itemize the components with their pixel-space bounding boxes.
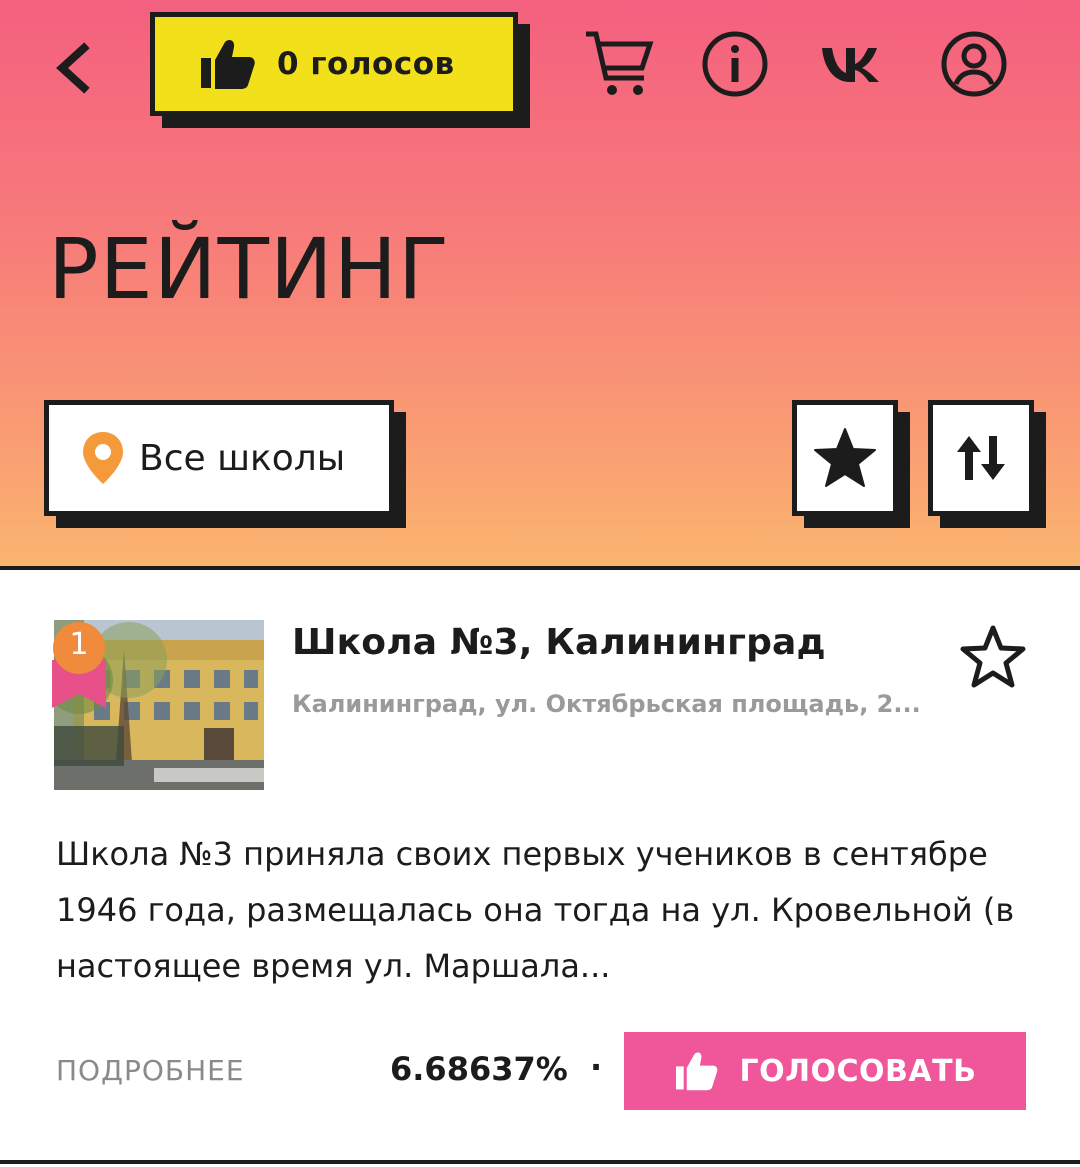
cart-icon — [586, 31, 654, 95]
chevron-left-icon — [56, 42, 90, 94]
thumbs-up-icon — [201, 39, 255, 89]
vote-percent: 6.68637% — [390, 1050, 568, 1088]
votes-counter-button[interactable]: 0 голосов — [150, 12, 518, 116]
sort-arrows-icon — [957, 436, 1005, 480]
separator-dot: · — [590, 1048, 603, 1086]
info-icon — [702, 31, 768, 97]
thumbs-up-icon — [675, 1052, 717, 1091]
votes-count-label: 0 голосов — [277, 46, 455, 82]
sort-button[interactable] — [928, 400, 1034, 516]
star-outline-icon — [960, 625, 1026, 688]
card-bottom-divider — [0, 1160, 1080, 1164]
vk-button[interactable] — [818, 26, 890, 102]
add-to-favorites-button[interactable] — [958, 624, 1028, 690]
back-button[interactable] — [48, 38, 102, 98]
vote-button[interactable]: ГОЛОСОВАТЬ — [624, 1032, 1026, 1110]
star-icon — [814, 428, 876, 487]
school-filter-button[interactable]: Все школы — [44, 400, 394, 516]
school-name[interactable]: Школа №3, Калининград — [292, 622, 826, 663]
profile-button[interactable] — [938, 26, 1010, 102]
vote-button-label: ГОЛОСОВАТЬ — [739, 1053, 977, 1089]
cart-button[interactable] — [582, 26, 656, 102]
page-title: РЕЙТИНГ — [48, 220, 451, 318]
school-card[interactable]: 1 Школа №3, Калининград Калининград, ул.… — [0, 566, 1080, 1167]
favorites-filter-button[interactable] — [792, 400, 898, 516]
more-details-link[interactable]: ПОДРОБНЕЕ — [56, 1054, 245, 1087]
school-address: Калининград, ул. Октябрьская площадь, 2.… — [292, 690, 921, 718]
vk-icon — [822, 48, 879, 82]
profile-icon — [941, 31, 1007, 97]
header: 0 голосов РЕЙТИНГ Все школы — [0, 0, 1080, 566]
school-description: Школа №3 приняла своих первых учеников в… — [56, 835, 1015, 985]
filter-label: Все школы — [139, 437, 346, 479]
location-pin-icon — [83, 432, 123, 484]
info-button[interactable] — [700, 26, 770, 102]
rank-number: 1 — [69, 627, 89, 662]
